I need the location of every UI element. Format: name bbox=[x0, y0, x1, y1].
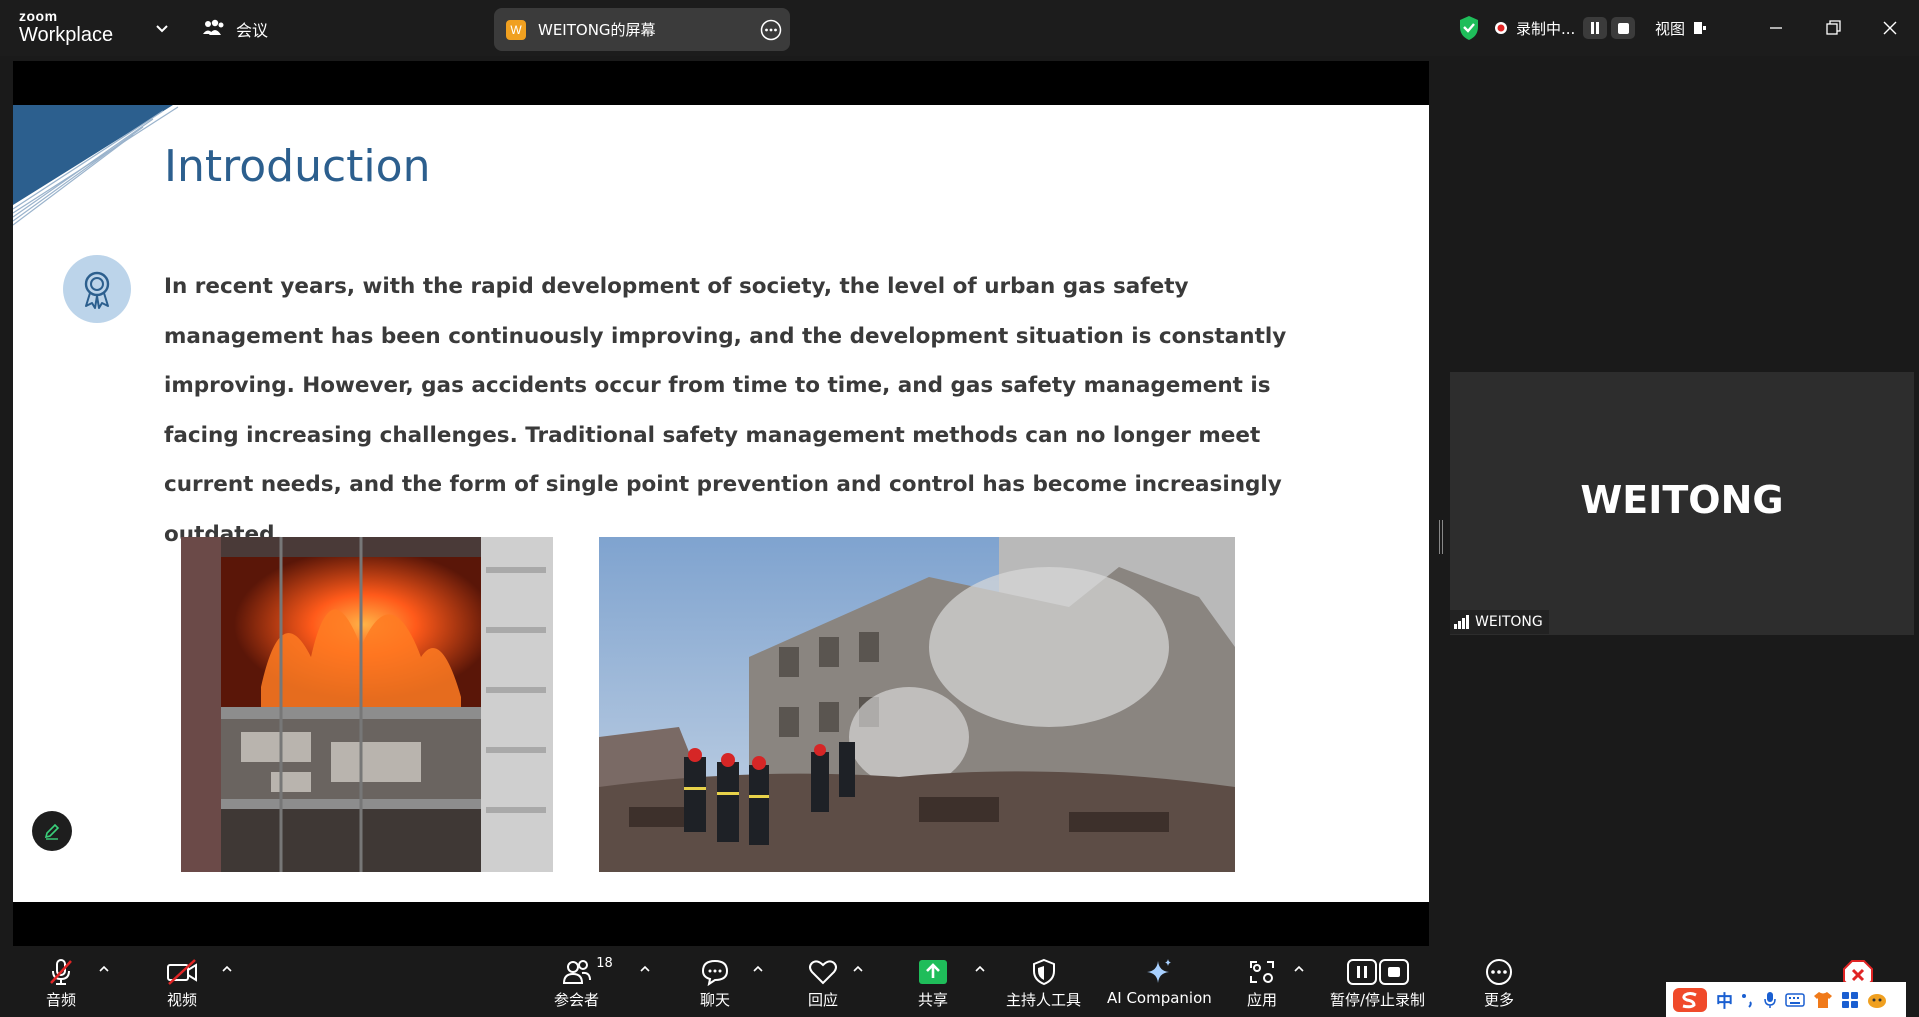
view-layout-icon bbox=[1694, 22, 1707, 34]
share-arrow-icon bbox=[919, 960, 947, 984]
pause-stop-recording-button[interactable]: 暂停/停止录制 bbox=[1330, 958, 1425, 1010]
meeting-label: 会议 bbox=[236, 21, 269, 40]
shirt-skin-icon[interactable] bbox=[1813, 991, 1833, 1009]
video-button[interactable]: 视频 bbox=[165, 958, 199, 1010]
sogou-logo-icon bbox=[1673, 987, 1707, 1012]
apps-options-caret-icon[interactable] bbox=[1293, 964, 1305, 974]
shield-check-icon[interactable] bbox=[1458, 15, 1480, 41]
share-label: 共享 bbox=[918, 991, 949, 1009]
keyboard-icon[interactable] bbox=[1785, 992, 1805, 1008]
meeting-menu[interactable]: 会议 bbox=[202, 16, 268, 42]
chat-bubble-icon bbox=[701, 959, 729, 986]
reactions-button[interactable]: 回应 bbox=[807, 958, 839, 1010]
screen-share-indicator[interactable]: W WEITONG的屏幕 bbox=[494, 8, 790, 51]
reactions-options-caret-icon[interactable] bbox=[852, 964, 864, 974]
participant-name-tag: WEITONG bbox=[1450, 610, 1549, 634]
recording-status[interactable]: 录制中... bbox=[1494, 14, 1636, 42]
close-icon[interactable] bbox=[1876, 14, 1904, 42]
participant-label: WEITONG bbox=[1475, 614, 1543, 630]
logo-top-text: zoom bbox=[19, 8, 58, 24]
participants-label: 参会者 bbox=[554, 991, 600, 1009]
audio-options-caret-icon[interactable] bbox=[98, 964, 110, 974]
chat-options-caret-icon[interactable] bbox=[752, 964, 764, 974]
presentation-slide: Introduction In recent years, with the r… bbox=[13, 105, 1429, 902]
record-dot-icon bbox=[1495, 22, 1507, 34]
participants-button[interactable]: 18 参会者 bbox=[554, 956, 621, 1010]
view-label: 视图 bbox=[1655, 19, 1686, 38]
slide-body-text: In recent years, with the rapid developm… bbox=[164, 274, 1287, 547]
audio-label: 音频 bbox=[46, 991, 77, 1009]
heart-icon bbox=[809, 960, 837, 985]
stop-icon bbox=[1617, 22, 1629, 34]
share-options-caret-icon[interactable] bbox=[974, 964, 986, 974]
apps-button[interactable]: 应用 bbox=[1247, 958, 1277, 1010]
view-menu[interactable]: 视图 bbox=[1655, 14, 1707, 42]
rescue-scene-photo bbox=[599, 537, 1235, 872]
share-title: WEITONG的屏幕 bbox=[538, 21, 656, 39]
microphone-icon[interactable] bbox=[1763, 991, 1777, 1009]
chevron-down-icon[interactable] bbox=[152, 18, 172, 38]
participants-count: 18 bbox=[596, 956, 613, 971]
more-dots-icon bbox=[1486, 959, 1512, 985]
ai-companion-label: AI Companion bbox=[1107, 989, 1212, 1007]
signal-strength-icon bbox=[1454, 615, 1469, 629]
sharer-avatar: W bbox=[506, 19, 526, 40]
participants-options-caret-icon[interactable] bbox=[639, 964, 651, 974]
title-bar: zoom Workplace 会议 W WEITONG的屏幕 录制中... 视图 bbox=[0, 0, 1919, 56]
split-resize-handle[interactable] bbox=[1439, 520, 1443, 554]
logo-bottom-text: Workplace bbox=[19, 24, 114, 46]
audio-button[interactable]: 音频 bbox=[46, 958, 76, 1010]
apps-grid-icon bbox=[1250, 961, 1274, 983]
participant-name-large: WEITONG bbox=[1580, 478, 1784, 522]
participant-video-tile[interactable]: WEITONG WEITONG bbox=[1450, 372, 1914, 635]
more-options-icon[interactable] bbox=[760, 19, 782, 41]
more-label: 更多 bbox=[1484, 991, 1515, 1009]
chat-label: 聊天 bbox=[700, 991, 731, 1009]
recording-label: 录制中... bbox=[1516, 19, 1576, 38]
recording-control-label: 暂停/停止录制 bbox=[1330, 991, 1426, 1009]
input-method-bar[interactable]: 中 bbox=[1666, 982, 1906, 1017]
reactions-label: 回应 bbox=[807, 991, 838, 1009]
meeting-toolbar: 音频 视频 18 参会者 聊天 回应 共享 主持人工具 AI Companion… bbox=[0, 946, 1919, 1017]
video-camera-off-icon bbox=[167, 959, 197, 985]
slide-title: Introduction bbox=[164, 141, 431, 192]
participants-icon bbox=[563, 960, 592, 984]
toolbox-grid-icon[interactable] bbox=[1841, 991, 1859, 1009]
award-ribbon-icon bbox=[84, 271, 110, 309]
more-button[interactable]: 更多 bbox=[1484, 958, 1514, 1010]
apps-label: 应用 bbox=[1247, 991, 1278, 1009]
host-tools-button[interactable]: 主持人工具 bbox=[1006, 958, 1081, 1010]
ai-companion-button[interactable]: AI Companion bbox=[1107, 958, 1212, 1007]
chat-button[interactable]: 聊天 bbox=[700, 958, 730, 1010]
pause-stop-recording-icon bbox=[1346, 959, 1409, 985]
video-label: 视频 bbox=[166, 991, 197, 1009]
mascot-icon[interactable] bbox=[1867, 991, 1887, 1009]
video-options-caret-icon[interactable] bbox=[221, 964, 233, 974]
punctuation-icon[interactable] bbox=[1741, 992, 1755, 1008]
restore-icon[interactable] bbox=[1819, 14, 1847, 42]
people-icon bbox=[203, 19, 224, 35]
slide-corner-decoration bbox=[13, 105, 179, 226]
pencil-icon bbox=[44, 823, 60, 840]
host-tools-label: 主持人工具 bbox=[1006, 991, 1082, 1009]
building-fire-photo bbox=[181, 537, 553, 872]
annotate-button[interactable] bbox=[32, 811, 72, 851]
share-screen-button[interactable]: 共享 bbox=[918, 958, 948, 1010]
stop-recording-button[interactable] bbox=[1611, 17, 1636, 39]
ime-language[interactable]: 中 bbox=[1716, 987, 1733, 1012]
minimize-icon[interactable] bbox=[1762, 14, 1790, 42]
zoom-logo: zoom Workplace bbox=[19, 9, 113, 45]
pause-icon bbox=[1591, 22, 1600, 34]
sparkle-icon bbox=[1147, 959, 1172, 983]
award-badge bbox=[63, 255, 131, 323]
pause-recording-button[interactable] bbox=[1583, 17, 1608, 39]
microphone-muted-icon bbox=[50, 959, 72, 985]
host-shield-icon bbox=[1032, 958, 1055, 986]
